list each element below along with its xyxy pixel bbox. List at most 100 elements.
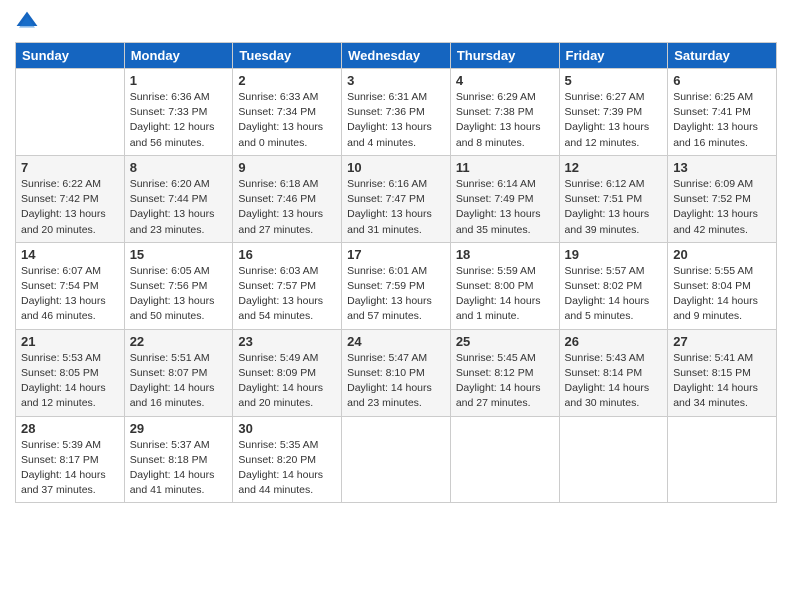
day-info: Sunrise: 5:51 AMSunset: 8:07 PMDaylight:…: [130, 351, 228, 412]
calendar-cell: 7 Sunrise: 6:22 AMSunset: 7:42 PMDaylight…: [16, 155, 125, 242]
day-info: Sunrise: 6:01 AMSunset: 7:59 PMDaylight:…: [347, 264, 445, 325]
calendar-cell: [668, 416, 777, 503]
calendar-week-row: 21Sunrise: 5:53 AMSunset: 8:05 PMDayligh…: [16, 329, 777, 416]
calendar-cell: 11 Sunrise: 6:14 AMSunset: 7:49 PMDayligh…: [450, 155, 559, 242]
day-header-monday: Monday: [124, 43, 233, 69]
calendar-week-row: 28 Sunrise: 5:39 AMSunset: 8:17 PMDayligh…: [16, 416, 777, 503]
calendar-cell: 19 Sunrise: 5:57 AMSunset: 8:02 PMDayligh…: [559, 242, 668, 329]
day-info: Sunrise: 5:37 AMSunset: 8:18 PMDaylight:…: [130, 438, 228, 499]
calendar-cell: 15Sunrise: 6:05 AMSunset: 7:56 PMDayligh…: [124, 242, 233, 329]
day-number: 9: [238, 160, 336, 175]
calendar-cell: 24 Sunrise: 5:47 AMSunset: 8:10 PMDayligh…: [342, 329, 451, 416]
day-info: Sunrise: 6:25 AMSunset: 7:41 PMDaylight:…: [673, 90, 771, 151]
day-number: 19: [565, 247, 663, 262]
calendar-cell: 29 Sunrise: 5:37 AMSunset: 8:18 PMDayligh…: [124, 416, 233, 503]
day-header-friday: Friday: [559, 43, 668, 69]
day-info: Sunrise: 6:05 AMSunset: 7:56 PMDaylight:…: [130, 264, 228, 325]
day-info: Sunrise: 6:31 AMSunset: 7:36 PMDaylight:…: [347, 90, 445, 151]
day-number: 26: [565, 334, 663, 349]
calendar-cell: 21Sunrise: 5:53 AMSunset: 8:05 PMDayligh…: [16, 329, 125, 416]
day-number: 11: [456, 160, 554, 175]
calendar-header-row: SundayMondayTuesdayWednesdayThursdayFrid…: [16, 43, 777, 69]
calendar-cell: [16, 69, 125, 156]
day-info: Sunrise: 5:35 AMSunset: 8:20 PMDaylight:…: [238, 438, 336, 499]
calendar-week-row: 14 Sunrise: 6:07 AMSunset: 7:54 PMDayligh…: [16, 242, 777, 329]
calendar-cell: 10 Sunrise: 6:16 AMSunset: 7:47 PMDayligh…: [342, 155, 451, 242]
day-header-saturday: Saturday: [668, 43, 777, 69]
calendar-cell: 6 Sunrise: 6:25 AMSunset: 7:41 PMDaylight…: [668, 69, 777, 156]
day-number: 20: [673, 247, 771, 262]
day-number: 29: [130, 421, 228, 436]
day-number: 13: [673, 160, 771, 175]
calendar-cell: 4 Sunrise: 6:29 AMSunset: 7:38 PMDaylight…: [450, 69, 559, 156]
day-number: 5: [565, 73, 663, 88]
day-info: Sunrise: 5:49 AMSunset: 8:09 PMDaylight:…: [238, 351, 336, 412]
calendar-cell: 23 Sunrise: 5:49 AMSunset: 8:09 PMDayligh…: [233, 329, 342, 416]
calendar-cell: 16Sunrise: 6:03 AMSunset: 7:57 PMDayligh…: [233, 242, 342, 329]
calendar-cell: 8 Sunrise: 6:20 AMSunset: 7:44 PMDaylight…: [124, 155, 233, 242]
day-number: 25: [456, 334, 554, 349]
calendar-cell: 14 Sunrise: 6:07 AMSunset: 7:54 PMDayligh…: [16, 242, 125, 329]
calendar-cell: 3 Sunrise: 6:31 AMSunset: 7:36 PMDaylight…: [342, 69, 451, 156]
day-header-tuesday: Tuesday: [233, 43, 342, 69]
day-info: Sunrise: 6:12 AMSunset: 7:51 PMDaylight:…: [565, 177, 663, 238]
calendar-cell: 25 Sunrise: 5:45 AMSunset: 8:12 PMDayligh…: [450, 329, 559, 416]
day-info: Sunrise: 6:18 AMSunset: 7:46 PMDaylight:…: [238, 177, 336, 238]
page-header: [15, 10, 777, 34]
day-info: Sunrise: 5:41 AMSunset: 8:15 PMDaylight:…: [673, 351, 771, 412]
day-header-sunday: Sunday: [16, 43, 125, 69]
calendar-cell: 28 Sunrise: 5:39 AMSunset: 8:17 PMDayligh…: [16, 416, 125, 503]
calendar-cell: [450, 416, 559, 503]
logo: [15, 10, 43, 34]
day-number: 22: [130, 334, 228, 349]
calendar-cell: [342, 416, 451, 503]
day-info: Sunrise: 5:59 AMSunset: 8:00 PMDaylight:…: [456, 264, 554, 325]
day-info: Sunrise: 6:20 AMSunset: 7:44 PMDaylight:…: [130, 177, 228, 238]
calendar-cell: 17Sunrise: 6:01 AMSunset: 7:59 PMDayligh…: [342, 242, 451, 329]
day-info: Sunrise: 6:27 AMSunset: 7:39 PMDaylight:…: [565, 90, 663, 151]
day-info: Sunrise: 5:57 AMSunset: 8:02 PMDaylight:…: [565, 264, 663, 325]
day-info: Sunrise: 6:16 AMSunset: 7:47 PMDaylight:…: [347, 177, 445, 238]
calendar-cell: 5 Sunrise: 6:27 AMSunset: 7:39 PMDaylight…: [559, 69, 668, 156]
day-number: 18: [456, 247, 554, 262]
day-number: 6: [673, 73, 771, 88]
calendar-cell: 30Sunrise: 5:35 AMSunset: 8:20 PMDayligh…: [233, 416, 342, 503]
day-number: 3: [347, 73, 445, 88]
day-number: 24: [347, 334, 445, 349]
general-blue-logo-icon: [15, 10, 39, 34]
day-info: Sunrise: 6:29 AMSunset: 7:38 PMDaylight:…: [456, 90, 554, 151]
day-number: 16: [238, 247, 336, 262]
day-number: 8: [130, 160, 228, 175]
day-number: 23: [238, 334, 336, 349]
day-number: 7: [21, 160, 119, 175]
day-info: Sunrise: 6:33 AMSunset: 7:34 PMDaylight:…: [238, 90, 336, 151]
calendar-cell: 27Sunrise: 5:41 AMSunset: 8:15 PMDayligh…: [668, 329, 777, 416]
calendar-week-row: 1 Sunrise: 6:36 AMSunset: 7:33 PMDaylight…: [16, 69, 777, 156]
day-number: 14: [21, 247, 119, 262]
day-info: Sunrise: 5:45 AMSunset: 8:12 PMDaylight:…: [456, 351, 554, 412]
calendar-cell: 1 Sunrise: 6:36 AMSunset: 7:33 PMDaylight…: [124, 69, 233, 156]
day-info: Sunrise: 5:47 AMSunset: 8:10 PMDaylight:…: [347, 351, 445, 412]
day-info: Sunrise: 5:55 AMSunset: 8:04 PMDaylight:…: [673, 264, 771, 325]
day-info: Sunrise: 6:07 AMSunset: 7:54 PMDaylight:…: [21, 264, 119, 325]
calendar-cell: 18 Sunrise: 5:59 AMSunset: 8:00 PMDayligh…: [450, 242, 559, 329]
calendar-cell: 13Sunrise: 6:09 AMSunset: 7:52 PMDayligh…: [668, 155, 777, 242]
day-info: Sunrise: 5:43 AMSunset: 8:14 PMDaylight:…: [565, 351, 663, 412]
day-number: 1: [130, 73, 228, 88]
calendar-cell: [559, 416, 668, 503]
day-number: 4: [456, 73, 554, 88]
calendar-cell: 9 Sunrise: 6:18 AMSunset: 7:46 PMDaylight…: [233, 155, 342, 242]
day-number: 10: [347, 160, 445, 175]
day-number: 28: [21, 421, 119, 436]
calendar-cell: 22 Sunrise: 5:51 AMSunset: 8:07 PMDayligh…: [124, 329, 233, 416]
day-header-wednesday: Wednesday: [342, 43, 451, 69]
day-info: Sunrise: 5:39 AMSunset: 8:17 PMDaylight:…: [21, 438, 119, 499]
day-info: Sunrise: 6:14 AMSunset: 7:49 PMDaylight:…: [456, 177, 554, 238]
day-info: Sunrise: 6:36 AMSunset: 7:33 PMDaylight:…: [130, 90, 228, 151]
calendar-cell: 2 Sunrise: 6:33 AMSunset: 7:34 PMDaylight…: [233, 69, 342, 156]
calendar-cell: 12 Sunrise: 6:12 AMSunset: 7:51 PMDayligh…: [559, 155, 668, 242]
calendar-table: SundayMondayTuesdayWednesdayThursdayFrid…: [15, 42, 777, 503]
day-number: 2: [238, 73, 336, 88]
day-number: 12: [565, 160, 663, 175]
day-info: Sunrise: 6:22 AMSunset: 7:42 PMDaylight:…: [21, 177, 119, 238]
